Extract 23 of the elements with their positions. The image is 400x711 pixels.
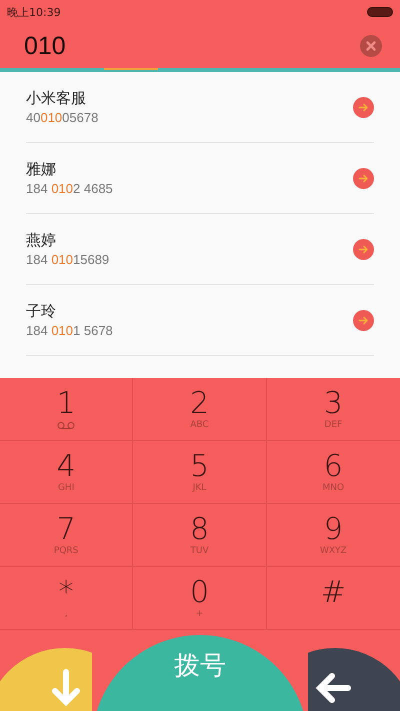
- clear-icon[interactable]: [360, 35, 382, 57]
- voicemail-icon: [57, 420, 76, 430]
- phone-number: 184 0101 5678: [26, 323, 113, 338]
- contact-name: 子玲: [26, 302, 57, 321]
- contact-name: 小米客服: [26, 89, 87, 108]
- phone-number: 184 01015689: [26, 252, 110, 267]
- search-field[interactable]: 010: [24, 32, 224, 60]
- dial-key[interactable]: 4 GHI: [0, 441, 134, 504]
- dial-key[interactable]: 5 JKL: [133, 441, 267, 504]
- collapse-button[interactable]: [0, 648, 92, 711]
- dial-key[interactable]: 2 ABC: [133, 378, 267, 441]
- dial-key[interactable]: * ,: [0, 567, 134, 630]
- status-time: 晚上10:39: [7, 4, 61, 20]
- battery-icon: [367, 7, 393, 17]
- phone-number: 184 0102 4685: [26, 181, 113, 196]
- backspace-button[interactable]: [308, 648, 400, 711]
- dial-key[interactable]: 1: [0, 378, 134, 441]
- contact-name: 雅娜: [26, 160, 57, 179]
- dial-key[interactable]: 8 TUV: [133, 504, 267, 567]
- dial-key[interactable]: 7 PQRS: [0, 504, 134, 567]
- dial-key[interactable]: 0 +: [133, 567, 267, 630]
- phone-number: 4001005678: [26, 110, 98, 125]
- contact-name: 燕婷: [26, 231, 57, 250]
